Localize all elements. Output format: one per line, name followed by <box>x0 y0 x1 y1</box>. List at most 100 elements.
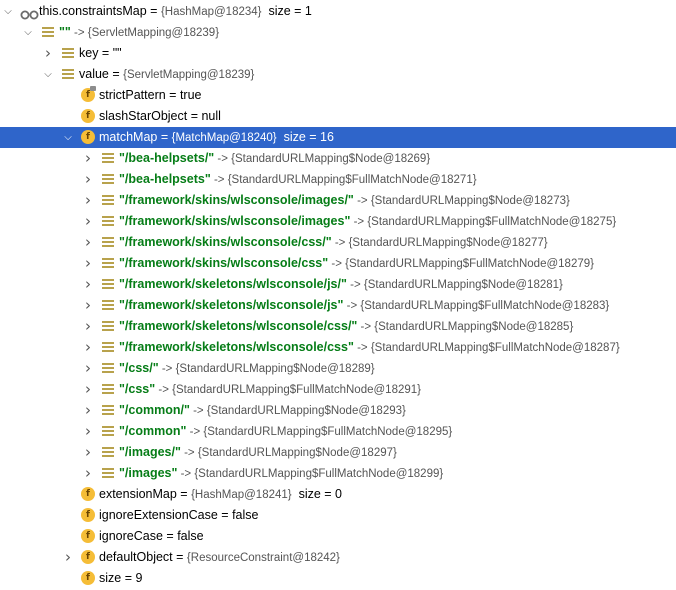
variable-value: size = 0 <box>291 487 343 501</box>
chevron-down-icon[interactable]: ⌵ <box>22 22 34 43</box>
chevron-right-icon[interactable]: › <box>82 337 94 358</box>
chevron-right-icon[interactable]: › <box>82 211 94 232</box>
variable-name: "/framework/skins/wlsconsole/images/" <box>119 193 354 207</box>
tree-row[interactable]: ⌵ "" -> {ServletMapping@18239} <box>0 22 676 43</box>
tree-row[interactable]: f ignoreCase = false <box>0 526 676 547</box>
field-icon: f <box>81 508 95 522</box>
tree-row[interactable]: › "/framework/skins/wlsconsole/css/" -> {… <box>0 232 676 253</box>
tree-row[interactable]: › f defaultObject = {ResourceConstraint@18… <box>0 547 676 568</box>
chevron-right-icon[interactable]: › <box>62 547 74 568</box>
tree-row[interactable]: › "/framework/skins/wlsconsole/css" -> {S… <box>0 253 676 274</box>
tree-row[interactable]: ⌵ this.constraintsMap = {HashMap@18234} s… <box>0 1 676 22</box>
chevron-right-icon[interactable]: › <box>82 232 94 253</box>
variable-type-ref: {StandardURLMapping$FullMatchNode@18299} <box>194 468 444 480</box>
list-entry-icon <box>102 237 114 248</box>
tree-row[interactable]: › "/framework/skins/wlsconsole/images/" -… <box>0 190 676 211</box>
tree-row[interactable]: f size = 9 <box>0 568 676 589</box>
tree-row-label: "/framework/skins/wlsconsole/css" -> {St… <box>119 253 594 275</box>
list-entry-icon <box>102 195 114 206</box>
tree-row[interactable]: › "/bea-helpsets/" -> {StandardURLMapping… <box>0 148 676 169</box>
chevron-right-icon[interactable]: › <box>82 274 94 295</box>
variable-name: "/bea-helpsets" <box>119 172 211 186</box>
variable-type-ref: {StandardURLMapping$FullMatchNode@18271} <box>227 174 477 186</box>
variable-name: "/framework/skins/wlsconsole/css/" <box>119 235 332 249</box>
tree-row[interactable]: › "/framework/skeletons/wlsconsole/js/" -… <box>0 274 676 295</box>
chevron-right-icon[interactable]: › <box>42 43 54 64</box>
tree-row-label: matchMap = {MatchMap@18240} size = 16 <box>99 127 334 149</box>
variable-name: "/common" <box>119 424 187 438</box>
chevron-right-icon[interactable]: › <box>82 421 94 442</box>
chevron-right-icon[interactable]: › <box>82 316 94 337</box>
tree-row[interactable]: › "/images/" -> {StandardURLMapping$Node@… <box>0 442 676 463</box>
chevron-right-icon[interactable]: › <box>82 379 94 400</box>
chevron-right-icon[interactable]: › <box>82 190 94 211</box>
tree-row[interactable]: › "/bea-helpsets" -> {StandardURLMapping$… <box>0 169 676 190</box>
chevron-right-icon[interactable]: › <box>82 400 94 421</box>
variable-name: this.constraintsMap <box>39 4 147 18</box>
tree-row[interactable]: f strictPattern = true <box>0 85 676 106</box>
tree-row[interactable]: › "/common/" -> {StandardURLMapping$Node@… <box>0 400 676 421</box>
tree-row[interactable]: › "/images" -> {StandardURLMapping$FullMa… <box>0 463 676 484</box>
tree-row-label: "/images" -> {StandardURLMapping$FullMat… <box>119 463 443 485</box>
tree-row-label: value = {ServletMapping@18239} <box>79 64 254 86</box>
variable-name: "/images/" <box>119 445 181 459</box>
tree-row[interactable]: › "/framework/skeletons/wlsconsole/js" ->… <box>0 295 676 316</box>
tree-row[interactable]: ⌵ f matchMap = {MatchMap@18240} size = 16 <box>0 127 676 148</box>
tree-row-label: "/framework/skins/wlsconsole/css/" -> {S… <box>119 232 548 254</box>
separator: -> <box>180 447 198 459</box>
separator: -> <box>350 216 368 228</box>
variable-name: matchMap <box>99 130 158 144</box>
tree-row-label: "" -> {ServletMapping@18239} <box>59 22 219 44</box>
variable-type-ref: {StandardURLMapping$Node@18293} <box>206 405 406 417</box>
tree-row[interactable]: f ignoreExtensionCase = false <box>0 505 676 526</box>
tree-row[interactable]: f slashStarObject = null <box>0 106 676 127</box>
separator: -> <box>353 342 371 354</box>
tree-row[interactable]: › "/common" -> {StandardURLMapping$FullMa… <box>0 421 676 442</box>
variable-name: ignoreExtensionCase <box>99 508 218 522</box>
tree-row[interactable]: ⌵ value = {ServletMapping@18239} <box>0 64 676 85</box>
tree-row-label: "/framework/skeletons/wlsconsole/js" -> … <box>119 295 609 317</box>
chevron-right-icon[interactable]: › <box>82 148 94 169</box>
chevron-down-icon[interactable]: ⌵ <box>62 127 74 148</box>
separator: -> <box>177 468 195 480</box>
variable-value: size = 1 <box>261 4 312 18</box>
chevron-right-icon[interactable]: › <box>82 169 94 190</box>
separator: = <box>187 109 202 123</box>
tree-row-label: "/framework/skins/wlsconsole/images" -> … <box>119 211 616 233</box>
tree-row-label: extensionMap = {HashMap@18241} size = 0 <box>99 484 342 506</box>
variable-type-ref: {StandardURLMapping$FullMatchNode@18295} <box>203 426 453 438</box>
separator: -> <box>214 153 232 165</box>
tree-row-label: slashStarObject = null <box>99 106 221 127</box>
tree-row[interactable]: › "/framework/skeletons/wlsconsole/css/" … <box>0 316 676 337</box>
tree-row-label: ignoreCase = false <box>99 526 204 547</box>
tree-row[interactable]: › "/framework/skins/wlsconsole/images" ->… <box>0 211 676 232</box>
list-entry-icon <box>102 300 114 311</box>
tree-row[interactable]: f extensionMap = {HashMap@18241} size = 0 <box>0 484 676 505</box>
variable-value: false <box>232 508 259 522</box>
list-entry-icon <box>62 48 74 59</box>
list-entry-icon <box>102 174 114 185</box>
variable-type-ref: {StandardURLMapping$FullMatchNode@18287} <box>370 342 620 354</box>
chevron-down-icon[interactable]: ⌵ <box>42 64 54 85</box>
variable-name: "/css/" <box>119 361 159 375</box>
chevron-right-icon[interactable]: › <box>82 295 94 316</box>
tree-row-label: key = "" <box>79 43 122 64</box>
separator: = <box>146 4 161 18</box>
chevron-right-icon[interactable]: › <box>82 463 94 484</box>
chevron-right-icon[interactable]: › <box>82 358 94 379</box>
tree-row[interactable]: › "/css/" -> {StandardURLMapping$Node@182… <box>0 358 676 379</box>
final-field-icon: f <box>81 86 96 102</box>
separator: -> <box>189 405 207 417</box>
tree-row-label: this.constraintsMap = {HashMap@18234} si… <box>39 1 312 23</box>
chevron-right-icon[interactable]: › <box>82 442 94 463</box>
field-icon: f <box>81 550 95 564</box>
separator: -> <box>158 363 176 375</box>
tree-row[interactable]: › "/framework/skeletons/wlsconsole/css" -… <box>0 337 676 358</box>
chevron-down-icon[interactable]: ⌵ <box>2 1 14 22</box>
chevron-right-icon[interactable]: › <box>82 253 94 274</box>
tree-row[interactable]: › key = "" <box>0 43 676 64</box>
variable-type-ref: {StandardURLMapping$Node@18273} <box>370 195 570 207</box>
separator: -> <box>155 384 173 396</box>
list-entry-icon <box>42 27 54 38</box>
tree-row[interactable]: › "/css" -> {StandardURLMapping$FullMatch… <box>0 379 676 400</box>
